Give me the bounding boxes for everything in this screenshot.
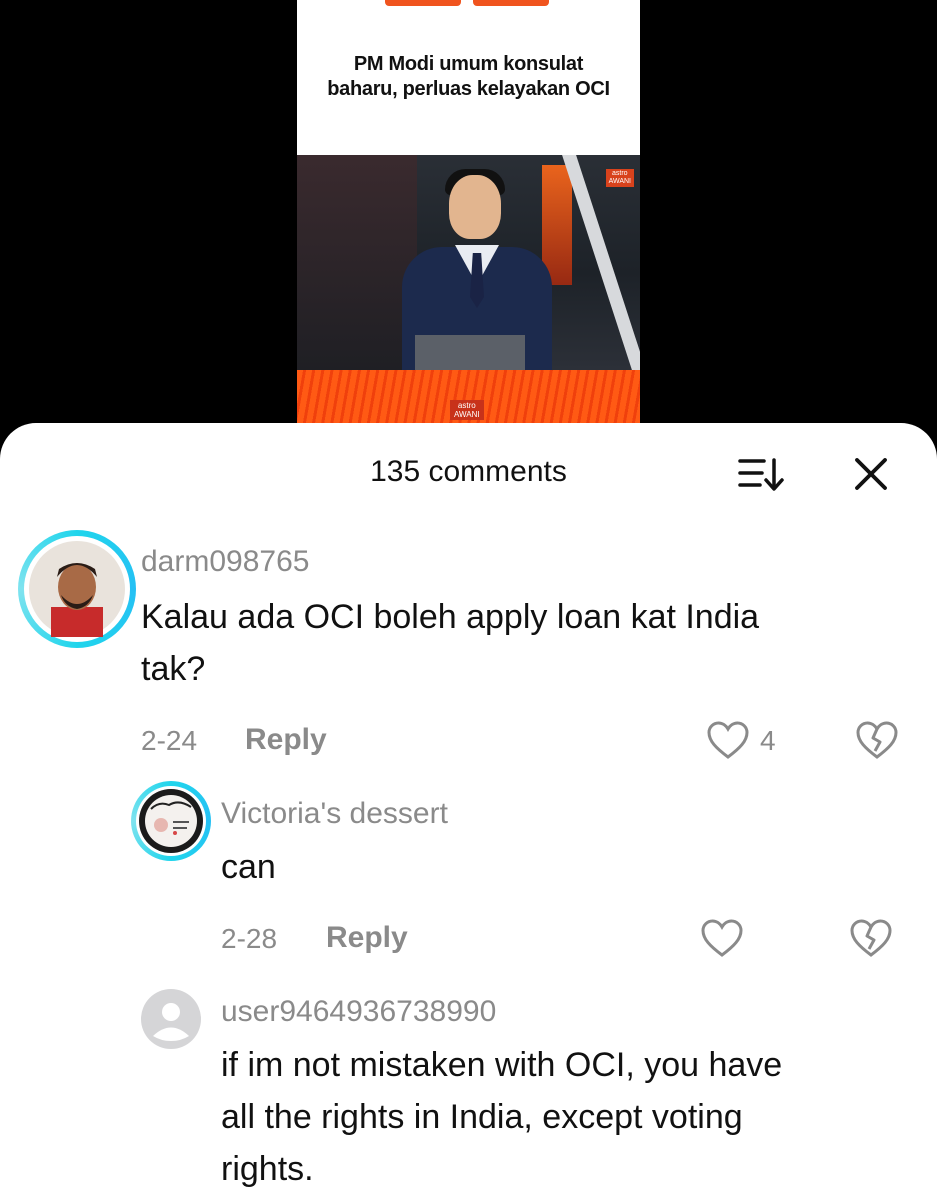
channel-logo: astro AWANI (605, 169, 634, 187)
logo-text: astro (612, 170, 628, 177)
comment-username[interactable]: darm098765 (141, 545, 309, 579)
comment-text: if im not mistaken with OCI, you have al… (221, 1039, 782, 1195)
studio-wall (297, 155, 417, 370)
tag-shape (385, 0, 461, 6)
comment-text-line: can (221, 848, 276, 886)
reply-button[interactable]: Reply (245, 723, 327, 757)
comment-text-line: all the rights in India, except voting (221, 1098, 743, 1136)
heart-icon[interactable] (700, 918, 744, 958)
channel-logo: astro AWANI (450, 400, 484, 420)
comment-text: can (221, 841, 276, 893)
comment-text: Kalau ada OCI boleh apply loan kat India… (141, 591, 759, 695)
studio-pillar (562, 155, 640, 370)
comment-date: 2-24 (141, 725, 198, 756)
comment-text-line: Kalau ada OCI boleh apply loan kat India (141, 598, 760, 636)
avatar-border (136, 786, 206, 856)
headline-line: PM Modi umum konsulat (353, 53, 584, 75)
tag-shape (473, 0, 549, 6)
video-headline: PM Modi umum konsulat baharu, perluas ke… (297, 52, 640, 102)
comment-username[interactable]: user9464936738990 (221, 995, 496, 1029)
comment-text-line: tak? (141, 650, 206, 688)
studio-desk (415, 335, 525, 370)
logo-text: AWANI (608, 178, 631, 185)
comment-text-line: if im not mistaken with OCI, you have (221, 1046, 783, 1084)
dislike-icon[interactable] (855, 720, 899, 760)
news-studio-image: astro AWANI (297, 155, 640, 370)
comment-date: 2-28 (221, 923, 278, 954)
avatar-border (24, 536, 130, 642)
dislike-icon[interactable] (849, 918, 893, 958)
headline-line: baharu, perluas kelayakan OCI (327, 78, 610, 100)
sort-icon[interactable] (738, 457, 786, 493)
comments-count-title: 135 comments (370, 455, 567, 488)
comments-sheet: 135 comments darm098765 Kalau ada OCI bo… (0, 423, 937, 1200)
like-count: 4 (760, 725, 776, 756)
comment-text-line: rights. (221, 1150, 314, 1188)
logo-text: AWANI (454, 410, 480, 419)
avatar-story-ring[interactable] (131, 781, 211, 861)
anchor-face (449, 175, 501, 239)
logo-text: astro (457, 401, 476, 410)
avatar-story-ring[interactable] (18, 530, 136, 648)
comment-username[interactable]: Victoria's dessert (221, 797, 448, 831)
close-icon[interactable] (852, 455, 890, 493)
default-avatar[interactable] (141, 989, 201, 1049)
video-top-tags (385, 0, 555, 8)
avatar (139, 789, 203, 853)
video-preview[interactable]: PM Modi umum konsulat baharu, perluas ke… (297, 0, 640, 440)
reply-button[interactable]: Reply (326, 921, 408, 955)
heart-icon[interactable] (706, 720, 750, 760)
avatar (29, 541, 125, 637)
